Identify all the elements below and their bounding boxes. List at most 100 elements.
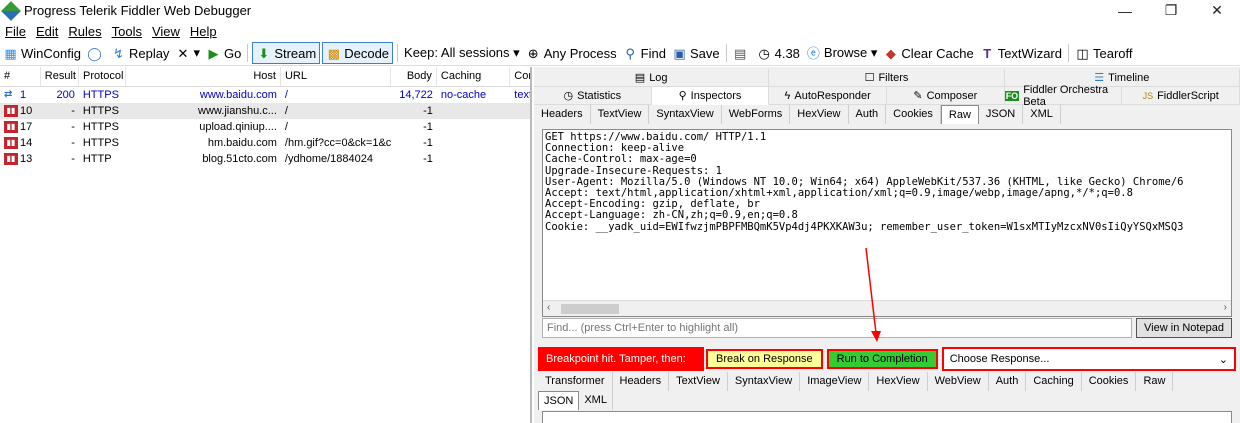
menu-file[interactable]: File — [0, 24, 31, 39]
col-protocol-header[interactable]: Protocol — [79, 67, 126, 86]
req-tab-xml[interactable]: XML — [1023, 105, 1061, 124]
resp-tab-textview[interactable]: TextView — [669, 372, 728, 391]
raw-request-text[interactable]: GET https://www.baidu.com/ HTTP/1.1 Conn… — [543, 130, 1231, 300]
clear-cache-icon: ◆ — [885, 45, 896, 61]
col-result-header[interactable]: Result — [41, 67, 80, 86]
col-num-header[interactable]: # — [0, 67, 41, 86]
close-button[interactable]: ✕ — [1194, 0, 1240, 21]
raw-request-view[interactable]: GET https://www.baidu.com/ HTTP/1.1 Conn… — [542, 129, 1232, 317]
stream-toggle[interactable]: ⬇ Stream — [252, 42, 321, 64]
req-tab-syntaxview[interactable]: SyntaxView — [649, 105, 722, 124]
tab-inspectors-label: Inspectors — [690, 89, 742, 102]
save-button[interactable]: ▣ Save — [669, 42, 723, 64]
comment-button[interactable]: ◯ — [84, 42, 108, 64]
view-in-notepad-button[interactable]: View in Notepad — [1136, 318, 1232, 338]
horizontal-scrollbar[interactable]: ‹ › — [543, 300, 1231, 316]
choose-response-dropdown[interactable]: Choose Response... ⌄ — [941, 347, 1236, 371]
resp-tab-auth[interactable]: Auth — [989, 372, 1027, 391]
browse-dropdown[interactable]: ⓔ Browse ▾ — [803, 42, 881, 64]
keep-sessions-dropdown[interactable]: Keep: All sessions ▾ — [401, 42, 523, 64]
menu-edit[interactable]: Edit — [31, 24, 63, 39]
req-tab-raw[interactable]: Raw — [940, 105, 979, 124]
col-caching-header[interactable]: Caching — [437, 67, 511, 86]
go-button[interactable]: ▶ Go — [203, 42, 244, 64]
run-to-completion-button[interactable]: Run to Completion — [826, 349, 938, 369]
choose-response-label: Choose Response... — [949, 353, 1050, 365]
req-tab-auth[interactable]: Auth — [848, 105, 887, 124]
tab-log[interactable]: ▤ Log — [534, 69, 770, 87]
req-tab-hexview[interactable]: HexView — [790, 105, 849, 124]
session-row[interactable]: ▮▮ 10 - HTTPS www.jianshu.c... / -1 — [0, 103, 530, 119]
sessions-header: # Result Protocol Host URL Body Caching … — [0, 67, 530, 87]
session-row[interactable]: ⇄ 1 200 HTTPS www.baidu.com / 14,722 no-c… — [0, 87, 530, 103]
any-process-button[interactable]: ⊕ Any Process — [523, 42, 620, 64]
menu-view[interactable]: View — [147, 24, 185, 39]
session-host: hm.baidu.com — [207, 137, 277, 149]
menu-file-label: File — [5, 23, 26, 39]
session-row[interactable]: ▮▮ 17 - HTTPS upload.qiniup.... / -1 — [0, 119, 530, 135]
request-tabs: Headers TextView SyntaxView WebForms Hex… — [534, 105, 1061, 124]
col-host-header[interactable]: Host — [126, 67, 281, 86]
tab-fiddlerscript[interactable]: JS FiddlerScript — [1122, 87, 1240, 105]
screenshot-button[interactable]: ▤ — [730, 42, 754, 64]
clear-cache-button[interactable]: ◆ Clear Cache — [880, 42, 976, 64]
find-bar: View in Notepad — [542, 318, 1232, 340]
resp-tab-webview[interactable]: WebView — [928, 372, 989, 391]
tab-orchestra[interactable]: FO Fiddler Orchestra Beta — [1004, 84, 1123, 108]
tab-composer[interactable]: ✎ Composer — [887, 87, 1005, 105]
timer-button[interactable]: ◷ 4.38 — [754, 42, 803, 64]
resp-tab-syntaxview[interactable]: SyntaxView — [728, 372, 801, 391]
req-tab-cookies[interactable]: Cookies — [886, 105, 941, 124]
tab-filters[interactable]: ☐ Filters — [769, 69, 1005, 87]
menu-help[interactable]: Help — [185, 24, 222, 39]
scrollbar-thumb[interactable] — [561, 304, 619, 314]
decode-toggle[interactable]: ▩ Decode — [322, 42, 394, 64]
col-content-header[interactable]: Con — [510, 67, 530, 86]
break-on-response-button[interactable]: Break on Response — [706, 349, 823, 369]
tearoff-button[interactable]: ◫ Tearoff — [1072, 42, 1136, 64]
response-body-view[interactable] — [542, 411, 1232, 423]
tab-autoresponder[interactable]: ϟ AutoResponder — [769, 87, 888, 105]
session-row[interactable]: ▮▮ 14 - HTTPS hm.baidu.com /hm.gif?cc=0&c… — [0, 135, 530, 151]
tab-composer-label: Composer — [926, 89, 978, 102]
session-result: - — [71, 121, 75, 133]
resp-tab-transformer[interactable]: Transformer — [538, 372, 613, 391]
tab-fiddlerscript-label: FiddlerScript — [1157, 89, 1219, 102]
menu-tools[interactable]: Tools — [107, 24, 147, 39]
resp-tab-caching[interactable]: Caching — [1026, 372, 1082, 391]
resp-tab-raw[interactable]: Raw — [1136, 372, 1174, 391]
find-input[interactable] — [542, 318, 1132, 338]
resp-tab-imageview[interactable]: ImageView — [800, 372, 870, 391]
req-tab-json[interactable]: JSON — [978, 105, 1024, 124]
tearoff-icon: ◫ — [1076, 45, 1089, 61]
winconfig-button[interactable]: ▦ WinConfig — [0, 42, 84, 64]
resp-tab-json[interactable]: JSON — [538, 391, 580, 410]
main-tab-row: ◷ Statistics ⚲ Inspectors ϟ AutoResponder ✎… — [534, 84, 1240, 108]
resp-tab-hexview[interactable]: HexView — [869, 372, 928, 391]
resp-tab-cookies[interactable]: Cookies — [1082, 372, 1137, 391]
req-tab-headers[interactable]: Headers — [534, 105, 591, 124]
session-row[interactable]: ▮▮ 13 - HTTP blog.51cto.com /ydhome/18840… — [0, 151, 530, 167]
col-body-header[interactable]: Body — [391, 67, 437, 86]
scroll-left-icon[interactable]: ‹ — [547, 302, 550, 313]
restore-button[interactable]: ❐ — [1148, 0, 1194, 21]
col-url-header[interactable]: URL — [281, 67, 392, 86]
req-tab-webforms[interactable]: WebForms — [721, 105, 791, 124]
textwizard-button[interactable]: T TextWizard — [977, 42, 1065, 64]
find-button[interactable]: ⚲ Find — [620, 42, 669, 64]
resp-tab-xml[interactable]: XML — [579, 391, 613, 410]
toolbar-separator — [725, 44, 727, 62]
req-tab-textview[interactable]: TextView — [590, 105, 650, 124]
remove-dropdown[interactable]: ✕ ▾ — [172, 42, 203, 64]
session-caching — [437, 135, 510, 151]
decode-label: Decode — [344, 45, 390, 61]
resp-tab-headers[interactable]: Headers — [613, 372, 670, 391]
minimize-button[interactable]: — — [1102, 0, 1148, 21]
sessions-list[interactable]: # Result Protocol Host URL Body Caching … — [0, 67, 532, 423]
replay-button[interactable]: ↯ Replay — [108, 42, 172, 64]
tab-statistics[interactable]: ◷ Statistics — [534, 87, 652, 105]
menu-rules[interactable]: Rules — [63, 24, 106, 39]
scroll-right-icon[interactable]: › — [1224, 302, 1227, 313]
tab-inspectors[interactable]: ⚲ Inspectors — [651, 87, 770, 105]
menu-tools-label: Tools — [111, 23, 142, 39]
